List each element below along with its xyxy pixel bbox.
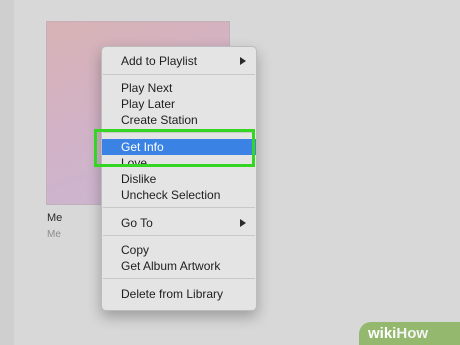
annotation-highlight-box	[94, 129, 255, 167]
menu-item-label: Go To	[121, 216, 153, 230]
watermark-logo: wikiHow	[368, 325, 428, 342]
menu-separator	[103, 235, 255, 236]
sidebar-edge	[0, 0, 14, 345]
menu-item-label: Dislike	[121, 172, 157, 186]
menu-item-label: Uncheck Selection	[121, 188, 221, 202]
menu-item-label: Delete from Library	[121, 287, 224, 301]
watermark-how: How	[396, 325, 429, 342]
menu-separator	[103, 207, 255, 208]
menu-item-label: Play Next	[121, 81, 173, 95]
menu-item-uncheck-selection[interactable]: Uncheck Selection	[102, 187, 256, 203]
context-menu: Add to Playlist Play Next Play Later Cre…	[101, 46, 257, 311]
watermark-wiki: wiki	[368, 325, 397, 342]
album-artist[interactable]: Me	[47, 229, 61, 240]
menu-separator	[103, 74, 255, 75]
menu-item-delete-from-library[interactable]: Delete from Library	[102, 286, 256, 302]
menu-item-dislike[interactable]: Dislike	[102, 171, 256, 187]
menu-item-get-album-artwork[interactable]: Get Album Artwork	[102, 258, 256, 274]
menu-item-label: Get Album Artwork	[121, 259, 221, 273]
submenu-arrow-icon	[240, 57, 246, 65]
menu-item-play-later[interactable]: Play Later	[102, 96, 256, 112]
menu-item-add-to-playlist[interactable]: Add to Playlist	[102, 53, 256, 69]
submenu-arrow-icon	[240, 219, 246, 227]
menu-item-label: Play Later	[121, 97, 176, 111]
menu-item-go-to[interactable]: Go To	[102, 215, 256, 231]
album-title[interactable]: Me	[47, 212, 62, 224]
menu-item-copy[interactable]: Copy	[102, 242, 256, 258]
menu-item-label: Create Station	[121, 113, 198, 127]
menu-item-create-station[interactable]: Create Station	[102, 112, 256, 128]
menu-item-play-next[interactable]: Play Next	[102, 80, 256, 96]
menu-item-label: Copy	[121, 243, 150, 257]
menu-separator	[103, 278, 255, 279]
menu-item-label: Add to Playlist	[121, 54, 198, 68]
